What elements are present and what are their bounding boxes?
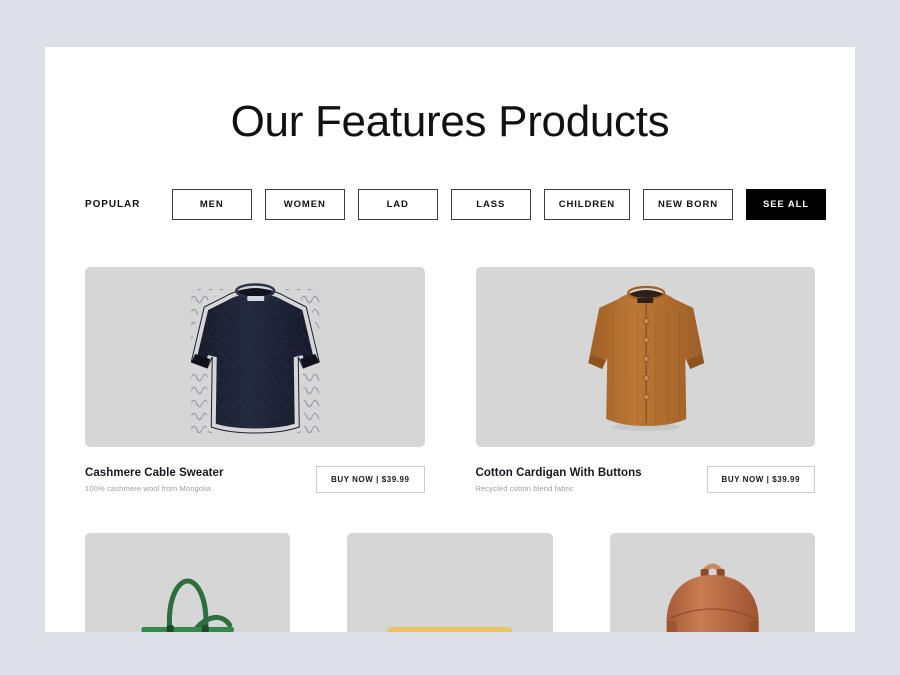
page-title: Our Features Products <box>45 97 855 147</box>
product-description: Recycled cotton blend fabric <box>476 484 642 493</box>
filter-button-women[interactable]: WOMEN <box>265 189 345 220</box>
product-grid-row-1: Cashmere Cable Sweater 100% cashmere woo… <box>45 267 855 493</box>
buy-now-button[interactable]: BUY NOW | $39.99 <box>707 466 815 493</box>
product-name: Cotton Cardigan With Buttons <box>476 467 642 479</box>
filter-button-new-born[interactable]: NEW BORN <box>643 189 733 220</box>
product-card-cashmere-cable-sweater[interactable]: Cashmere Cable Sweater 100% cashmere woo… <box>85 267 425 493</box>
product-card-sunglasses[interactable] <box>347 533 552 632</box>
filter-label-popular: POPULAR <box>85 199 140 210</box>
product-text-block: Cashmere Cable Sweater 100% cashmere woo… <box>85 467 224 493</box>
page-panel: Our Features Products POPULAR MEN WOMEN … <box>45 47 855 632</box>
filter-button-lass[interactable]: LASS <box>451 189 531 220</box>
product-image-green-leather-tote-bag[interactable] <box>85 533 290 632</box>
product-image-navy-cable-knit-sweater[interactable] <box>85 267 425 447</box>
product-grid-row-2 <box>45 533 855 632</box>
product-image-rust-button-cardigan[interactable] <box>476 267 816 447</box>
product-card-leather-backpack[interactable] <box>610 533 815 632</box>
product-info: Cashmere Cable Sweater 100% cashmere woo… <box>85 466 425 493</box>
product-info: Cotton Cardigan With Buttons Recycled co… <box>476 466 816 493</box>
buy-now-button[interactable]: BUY NOW | $39.99 <box>316 466 424 493</box>
filter-button-children[interactable]: CHILDREN <box>544 189 630 220</box>
product-card-cotton-cardigan-with-buttons[interactable]: Cotton Cardigan With Buttons Recycled co… <box>476 267 816 493</box>
filter-button-group: MEN WOMEN LAD LASS CHILDREN NEW BORN SEE… <box>172 189 826 220</box>
product-image-tan-leather-backpack[interactable] <box>610 533 815 632</box>
product-image-amber-frame-sunglasses[interactable] <box>347 533 552 632</box>
filter-button-lad[interactable]: LAD <box>358 189 438 220</box>
filter-bar: POPULAR MEN WOMEN LAD LASS CHILDREN NEW … <box>45 189 855 220</box>
product-description: 100% cashmere wool from Mongolia. <box>85 484 224 493</box>
product-card-green-tote[interactable] <box>85 533 290 632</box>
filter-button-see-all[interactable]: SEE ALL <box>746 189 826 220</box>
product-text-block: Cotton Cardigan With Buttons Recycled co… <box>476 467 642 493</box>
product-name: Cashmere Cable Sweater <box>85 467 224 479</box>
filter-button-men[interactable]: MEN <box>172 189 252 220</box>
